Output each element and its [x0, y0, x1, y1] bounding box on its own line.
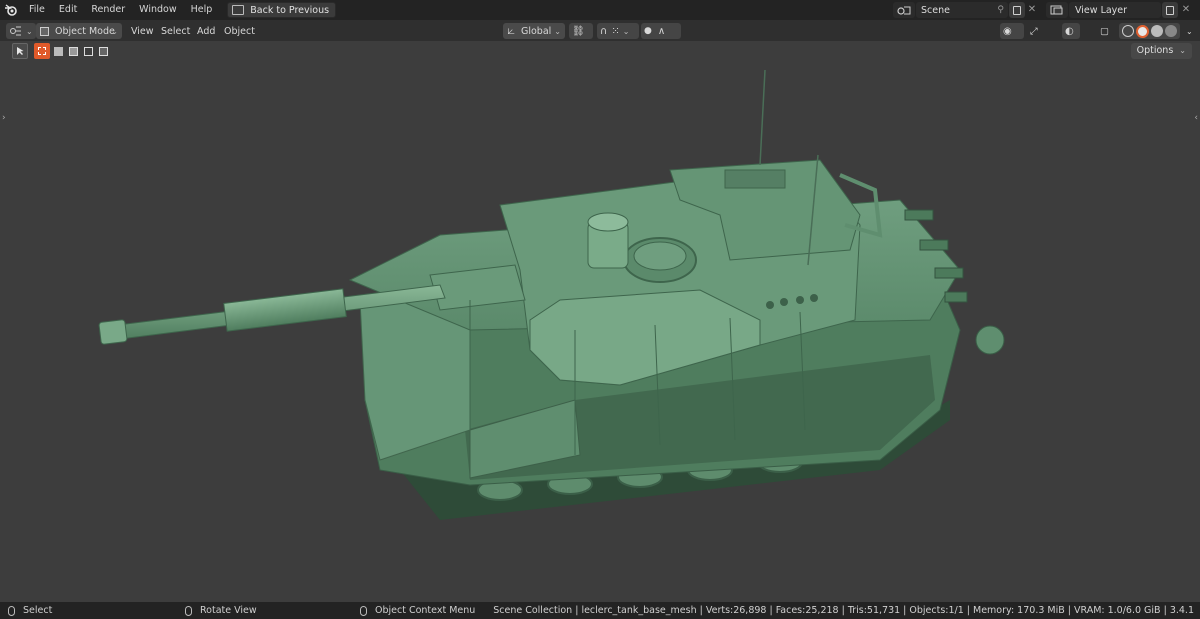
new-scene-button[interactable]	[1009, 2, 1025, 18]
back-to-previous-button[interactable]: Back to Previous	[227, 2, 337, 18]
blender-logo-icon[interactable]	[0, 0, 22, 20]
3d-viewport[interactable]: › ‹	[0, 41, 1200, 602]
view-layer-label: View Layer	[1075, 4, 1128, 16]
menu-help[interactable]: Help	[184, 0, 220, 20]
back-to-previous-label: Back to Previous	[250, 4, 330, 16]
proportional-edit-icon: ●	[644, 26, 652, 36]
rendered-shading-icon[interactable]	[1165, 25, 1177, 37]
object-mode-label: Object Mode	[55, 25, 115, 37]
material-shading-icon[interactable]	[1151, 25, 1163, 37]
status-context-label: Object Context Menu	[375, 605, 476, 616]
overlays-icon: ◐	[1065, 25, 1074, 37]
view-layer-browse-button[interactable]	[1046, 2, 1068, 18]
delete-view-layer-icon[interactable]: ✕	[1180, 2, 1192, 18]
orientation-label: Global	[520, 25, 552, 37]
view-layer-icon	[1050, 5, 1063, 15]
toolbar-expand-icon[interactable]: ›	[2, 113, 6, 123]
mouse-left-icon	[8, 605, 15, 616]
pivot-point-button[interactable]: ⛓	[569, 23, 593, 39]
exhaust-icon	[975, 325, 1005, 355]
menu-edit[interactable]: Edit	[52, 0, 84, 20]
pivot-icon: ⛓	[572, 25, 585, 37]
mouse-middle-icon	[185, 605, 192, 616]
scene-icon	[897, 6, 911, 15]
scene-name-label: Scene	[921, 4, 950, 16]
pin-icon[interactable]: ⚲	[997, 5, 1004, 15]
status-select: Select	[8, 602, 52, 619]
viewport-header: ⌄ Object Mode ⌄ View Select Add Object G…	[0, 20, 1200, 41]
eye-icon: ◉	[1003, 25, 1012, 37]
menu-window[interactable]: Window	[132, 0, 183, 20]
menu-object[interactable]: Object	[224, 23, 255, 39]
magnet-icon: ∩	[600, 25, 608, 37]
screen-icon	[232, 5, 245, 15]
chevron-down-icon: ⌄	[111, 26, 118, 36]
solid-shading-icon[interactable]	[1136, 24, 1149, 38]
gizmo-toggle-icon[interactable]: ⤢	[1030, 23, 1044, 39]
status-select-label: Select	[23, 605, 53, 616]
chevron-down-icon: ⌄	[622, 26, 630, 36]
menu-file[interactable]: File	[22, 0, 52, 20]
xray-toggle-icon[interactable]: ▢	[1100, 23, 1112, 39]
copy-icon	[1166, 5, 1174, 15]
shading-buttons	[1119, 23, 1180, 39]
status-rotate-label: Rotate View	[200, 605, 257, 616]
editor-type-button[interactable]: ⌄	[6, 23, 36, 39]
menu-add[interactable]: Add	[197, 23, 215, 39]
mouse-right-icon	[360, 605, 367, 616]
menu-view[interactable]: View	[131, 23, 154, 39]
status-rotate: Rotate View	[185, 602, 257, 619]
falloff-icon: ∧	[657, 25, 666, 37]
wireframe-shading-icon[interactable]	[1122, 25, 1134, 37]
object-mode-dropdown[interactable]: Object Mode ⌄	[36, 23, 122, 39]
shading-options-chevron-icon[interactable]: ⌄	[1186, 23, 1193, 39]
status-bar: Select Rotate View Object Context Menu S…	[0, 602, 1200, 619]
snap-grid-icon: ⁙	[611, 25, 620, 37]
scene-statistics: Scene Collection | leclerc_tank_base_mes…	[493, 605, 1194, 616]
menu-render[interactable]: Render	[84, 0, 132, 20]
object-mode-icon	[40, 26, 49, 36]
menu-select[interactable]: Select	[161, 23, 190, 39]
copy-icon	[1013, 5, 1021, 15]
chevron-down-icon: ⌄	[26, 26, 33, 36]
proportional-edit-button[interactable]: ● ∧	[641, 23, 681, 39]
scene-browse-button[interactable]	[893, 2, 915, 18]
new-view-layer-button[interactable]	[1162, 2, 1178, 18]
delete-scene-icon[interactable]: ✕	[1026, 2, 1038, 18]
visibility-button[interactable]: ◉	[1000, 23, 1024, 39]
scene-name-field[interactable]: Scene ⚲	[916, 2, 1008, 18]
status-context: Object Context Menu	[360, 602, 475, 619]
3d-viewport-icon	[10, 26, 21, 36]
view-layer-field[interactable]: View Layer	[1069, 2, 1161, 18]
sidebar-expand-icon[interactable]: ‹	[1194, 113, 1198, 123]
tank-model[interactable]	[0, 41, 1200, 602]
orientation-icon	[507, 28, 515, 34]
snap-button[interactable]: ∩ ⁙ ⌄	[597, 23, 639, 39]
chevron-down-icon: ⌄	[554, 26, 561, 36]
overlays-button[interactable]: ◐	[1062, 23, 1080, 39]
transform-orientation-dropdown[interactable]: Global ⌄	[503, 23, 565, 39]
